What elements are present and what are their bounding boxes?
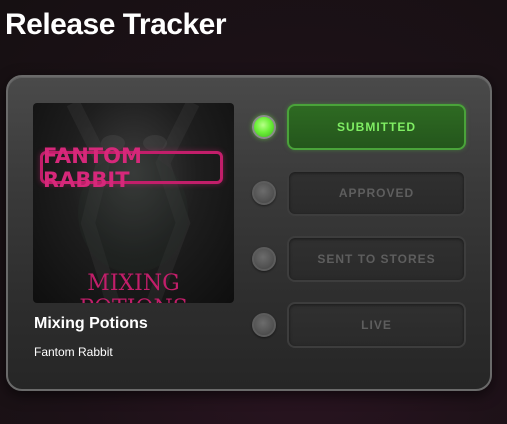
page-title: Release Tracker bbox=[5, 8, 227, 41]
cover-artist-logo: Fantom Rabbit bbox=[40, 144, 223, 192]
stage-row-sent-to-stores: SENT TO STORES bbox=[252, 236, 468, 282]
stage-sent-to-stores-button[interactable]: SENT TO STORES bbox=[287, 236, 466, 282]
stage-row-approved: APPROVED bbox=[252, 170, 468, 216]
cover-title-logo: Mixing Potions bbox=[79, 271, 188, 303]
stage-live-button[interactable]: LIVE bbox=[287, 302, 466, 348]
album-cover: Fantom Rabbit Mixing Potions bbox=[33, 103, 234, 303]
stage-submitted-button[interactable]: SUBMITTED bbox=[287, 104, 466, 150]
release-title: Mixing Potions bbox=[34, 315, 148, 332]
status-indicator-icon bbox=[252, 115, 276, 139]
status-indicator-icon bbox=[252, 181, 276, 205]
status-indicator-icon bbox=[252, 247, 276, 271]
release-tracker-card: Fantom Rabbit Mixing Potions Mixing Poti… bbox=[6, 75, 492, 391]
stage-row-live: LIVE bbox=[252, 302, 468, 348]
release-artist: Fantom Rabbit bbox=[34, 345, 113, 359]
status-indicator-icon bbox=[252, 313, 276, 337]
stage-row-submitted: SUBMITTED bbox=[252, 104, 468, 150]
stage-approved-button[interactable]: APPROVED bbox=[287, 170, 466, 216]
